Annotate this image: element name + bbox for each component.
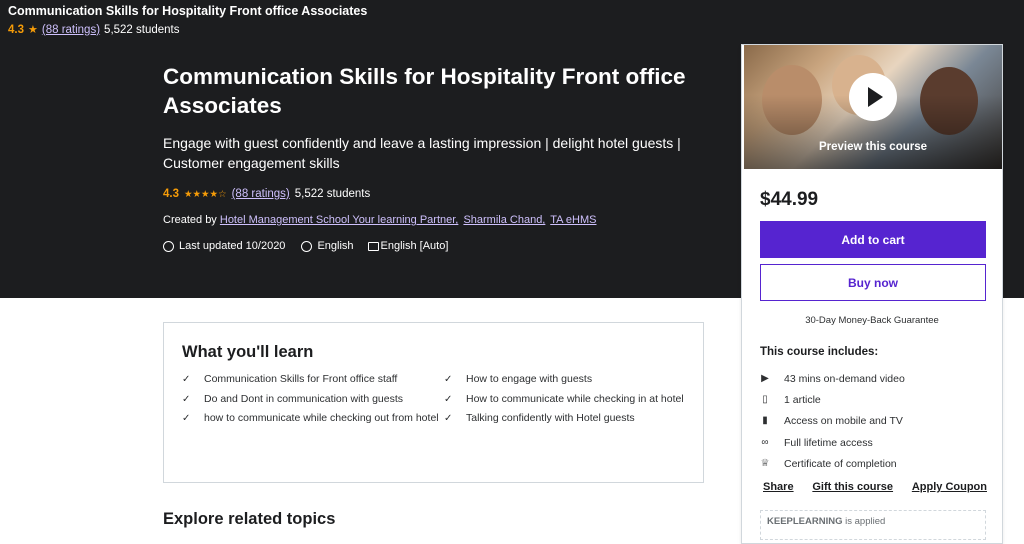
checkmark-icon: ✓: [444, 393, 453, 405]
course-title: Communication Skills for Hospitality Fro…: [163, 64, 686, 118]
last-updated: Last updated 10/2020: [179, 240, 286, 252]
buy-now-button[interactable]: Buy now: [760, 264, 986, 301]
list-item: ✓ How to communicate while checking in a…: [444, 392, 689, 408]
list-item: ∞ Full lifetime access: [760, 432, 905, 453]
course-meta: Last updated 10/2020 English English [Au…: [163, 240, 723, 252]
clock-icon: [163, 240, 174, 252]
preview-label[interactable]: Preview this course: [744, 141, 1002, 153]
list-item: ♕ Certificate of completion: [760, 453, 905, 474]
learn-list: ✓ Communication Skills for Front office …: [182, 372, 685, 427]
what-you-learn-box: What you'll learn ✓ Communication Skills…: [163, 322, 704, 483]
course-language: English: [317, 240, 354, 252]
infinity-icon: ∞: [761, 436, 769, 448]
sticky-course-title: Communication Skills for Hospitality Fro…: [8, 4, 368, 18]
instructor-link[interactable]: Hotel Management School Your learning Pa…: [220, 214, 459, 226]
learn-item-text: How to communicate while checking in at …: [466, 392, 684, 405]
sticky-ratings-link[interactable]: (88 ratings): [42, 24, 100, 36]
play-icon[interactable]: [849, 73, 897, 121]
checkmark-icon: ✓: [182, 393, 191, 405]
course-price: $44.99: [760, 189, 819, 210]
list-item: ▯ 1 article: [760, 389, 905, 410]
gift-course-link[interactable]: Gift this course: [812, 481, 893, 493]
sticky-students-count: 5,522 students: [104, 23, 180, 36]
list-item: ✓ how to communicate while checking out …: [182, 411, 442, 427]
coupon-status: is applied: [845, 516, 886, 527]
list-item: ✓ Do and Dont in communication with gues…: [182, 392, 442, 408]
star-icon: ★: [28, 24, 38, 36]
include-text: Access on mobile and TV: [784, 415, 903, 428]
checkmark-icon: ✓: [444, 374, 453, 385]
explore-topics-heading: Explore related topics: [163, 510, 336, 528]
learn-item-text: how to communicate while checking out fr…: [204, 412, 439, 424]
checkmark-icon: ✓: [182, 413, 191, 424]
created-by-label: Created by: [163, 214, 217, 226]
includes-title: This course includes:: [760, 346, 879, 358]
share-link[interactable]: Share: [763, 481, 794, 493]
captions-icon: [367, 241, 379, 251]
money-back-guarantee: 30-Day Money-Back Guarantee: [805, 315, 939, 326]
learn-item-text: How to engage with guests: [466, 373, 593, 385]
ratings-link[interactable]: (88 ratings): [232, 188, 290, 200]
course-captions: English [Auto]: [380, 240, 449, 252]
purchase-card: Preview this course $44.99 Add to cart B…: [741, 44, 1003, 544]
list-item: ✓ Talking confidently with Hotel guests: [444, 411, 689, 427]
checkmark-icon: ✓: [444, 413, 453, 424]
video-icon: ▶: [761, 372, 769, 384]
trophy-icon: ♕: [760, 457, 770, 469]
course-subtitle: Engage with guest confidently and leave …: [163, 135, 681, 171]
rating-row: 4.3 ★★★★☆ (88 ratings) 5,522 students: [163, 188, 723, 200]
learn-item-text: Communication Skills for Front office st…: [204, 373, 398, 385]
list-item: ✓ Communication Skills for Front office …: [182, 372, 442, 388]
sticky-rating-value: 4.3: [8, 23, 24, 36]
include-text: 1 article: [784, 393, 821, 406]
sticky-header: Communication Skills for Hospitality Fro…: [0, 0, 1024, 44]
learn-title: What you'll learn: [182, 343, 314, 361]
learn-item-text: Talking confidently with Hotel guests: [466, 412, 635, 424]
file-icon: ▯: [762, 393, 768, 405]
apply-coupon-link[interactable]: Apply Coupon: [912, 481, 987, 493]
rating-value: 4.3: [163, 188, 179, 200]
list-item: ▶ 43 mins on-demand video: [760, 368, 905, 389]
include-text: Full lifetime access: [784, 436, 873, 449]
sticky-rating-row: 4.3 ★ (88 ratings) 5,522 students: [8, 23, 1016, 37]
add-to-cart-button[interactable]: Add to cart: [760, 221, 986, 258]
instructor-link[interactable]: Sharmila Chand,: [463, 214, 545, 226]
globe-icon: [301, 240, 313, 252]
include-text: Certificate of completion: [784, 457, 897, 470]
course-preview[interactable]: Preview this course: [744, 45, 1002, 169]
checkmark-icon: ✓: [182, 374, 191, 385]
include-text: 43 mins on-demand video: [784, 372, 905, 385]
applied-coupon: KEEPLEARNING is applied: [760, 510, 986, 540]
students-count: 5,522 students: [294, 188, 371, 200]
coupon-code: KEEPLEARNING: [767, 516, 843, 527]
mobile-icon: ▮: [762, 415, 768, 427]
list-item: ▮ Access on mobile and TV: [760, 411, 905, 432]
includes-list: ▶ 43 mins on-demand video ▯ 1 article ▮ …: [760, 368, 905, 474]
instructor-link[interactable]: TA eHMS: [550, 214, 596, 226]
created-by: Created by Hotel Management School Your …: [163, 214, 723, 226]
learn-item-text: Do and Dont in communication with guests: [204, 392, 404, 405]
list-item: ✓ How to engage with guests: [444, 372, 689, 388]
sidebar-links: Share Gift this course Apply Coupon: [763, 481, 987, 493]
star-rating-icons: ★★★★☆: [184, 188, 227, 200]
